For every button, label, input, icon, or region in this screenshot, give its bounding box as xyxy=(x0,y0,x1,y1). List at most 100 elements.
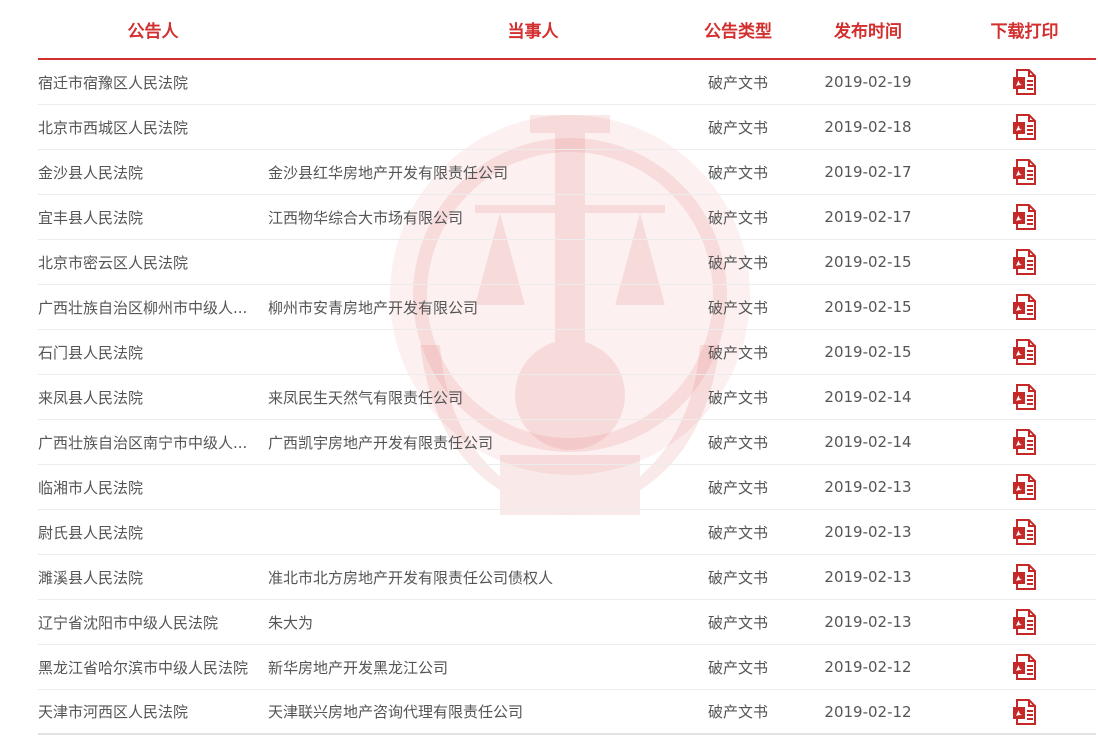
court-cell[interactable]: 广西壮族自治区柳州市中级人... xyxy=(38,297,268,318)
party-cell: 新华房地产开发黑龙江公司 xyxy=(268,658,449,677)
pdf-icon[interactable] xyxy=(1011,608,1039,636)
pdf-icon[interactable] xyxy=(1011,473,1039,501)
type-cell: 破产文书 xyxy=(707,568,768,587)
court-cell[interactable]: 石门县人民法院 xyxy=(38,342,268,363)
header-download: 下载打印 xyxy=(990,21,1059,42)
download-button[interactable] xyxy=(953,608,1096,636)
pdf-icon[interactable] xyxy=(1011,248,1039,276)
pdf-icon[interactable] xyxy=(1011,338,1039,366)
download-button[interactable] xyxy=(953,428,1096,456)
table-row: 北京市西城区人民法院 破产文书 2019-02-18 xyxy=(38,105,1096,150)
court-cell[interactable]: 宿迁市宿豫区人民法院 xyxy=(38,72,268,93)
table-row: 辽宁省沈阳市中级人民法院 朱大为 破产文书 2019-02-13 xyxy=(38,600,1096,645)
download-button[interactable] xyxy=(953,203,1096,231)
pdf-icon[interactable] xyxy=(1011,383,1039,411)
type-cell: 破产文书 xyxy=(707,118,768,137)
date-cell: 2019-02-13 xyxy=(824,568,912,586)
header-party: 当事人 xyxy=(507,21,559,42)
date-cell: 2019-02-14 xyxy=(824,433,912,451)
party-cell: 天津联兴房地产咨询代理有限责任公司 xyxy=(268,703,524,721)
pdf-icon[interactable] xyxy=(1011,653,1039,681)
date-cell: 2019-02-13 xyxy=(824,613,912,631)
download-button[interactable] xyxy=(953,338,1096,366)
party-cell: 来凤民生天然气有限责任公司 xyxy=(268,388,464,407)
date-cell: 2019-02-15 xyxy=(824,253,912,271)
table-row: 北京市密云区人民法院 破产文书 2019-02-15 xyxy=(38,240,1096,285)
header-type: 公告类型 xyxy=(704,21,772,42)
date-cell: 2019-02-19 xyxy=(824,73,912,91)
type-cell: 破产文书 xyxy=(707,163,768,182)
type-cell: 破产文书 xyxy=(707,658,768,677)
type-cell: 破产文书 xyxy=(707,343,768,362)
type-cell: 破产文书 xyxy=(707,703,768,721)
pdf-icon[interactable] xyxy=(1011,698,1039,726)
court-cell[interactable]: 黑龙江省哈尔滨市中级人民法院 xyxy=(38,657,268,678)
table-row: 黑龙江省哈尔滨市中级人民法院 新华房地产开发黑龙江公司 破产文书 2019-02-12 xyxy=(38,645,1096,690)
table-row: 宿迁市宿豫区人民法院 破产文书 2019-02-19 xyxy=(38,60,1096,105)
date-cell: 2019-02-15 xyxy=(824,343,912,361)
download-button[interactable] xyxy=(953,158,1096,186)
party-cell: 广西凯宇房地产开发有限责任公司 xyxy=(268,433,494,452)
court-cell[interactable]: 尉氏县人民法院 xyxy=(38,522,268,543)
download-button[interactable] xyxy=(953,248,1096,276)
type-cell: 破产文书 xyxy=(707,298,768,317)
pdf-icon[interactable] xyxy=(1011,428,1039,456)
download-button[interactable] xyxy=(953,68,1096,96)
pdf-icon[interactable] xyxy=(1011,563,1039,591)
party-cell: 朱大为 xyxy=(268,613,314,632)
table-row: 宜丰县人民法院 江西物华综合大市场有限公司 破产文书 2019-02-17 xyxy=(38,195,1096,240)
type-cell: 破产文书 xyxy=(707,433,768,452)
download-button[interactable] xyxy=(953,698,1096,726)
download-button[interactable] xyxy=(953,473,1096,501)
court-cell[interactable]: 广西壮族自治区南宁市中级人... xyxy=(38,432,268,453)
court-cell[interactable]: 来凤县人民法院 xyxy=(38,387,268,408)
type-cell: 破产文书 xyxy=(707,253,768,272)
pdf-icon[interactable] xyxy=(1011,518,1039,546)
pdf-icon[interactable] xyxy=(1011,293,1039,321)
table-row: 尉氏县人民法院 破产文书 2019-02-13 xyxy=(38,510,1096,555)
table-row: 天津市河西区人民法院 天津联兴房地产咨询代理有限责任公司 破产文书 2019-02-1… xyxy=(38,690,1096,735)
type-cell: 破产文书 xyxy=(707,523,768,542)
pdf-icon[interactable] xyxy=(1011,113,1039,141)
court-cell[interactable]: 辽宁省沈阳市中级人民法院 xyxy=(38,612,268,633)
party-cell: 江西物华综合大市场有限公司 xyxy=(268,208,464,227)
court-cell[interactable]: 天津市河西区人民法院 xyxy=(38,701,268,722)
announcement-page: 公告人 当事人 公告类型 发布时间 下载打印 宿迁市宿豫区人民法院 破产文书 201… xyxy=(0,0,1098,739)
party-cell: 准北市北方房地产开发有限责任公司债权人 xyxy=(268,568,554,587)
court-cell[interactable]: 宜丰县人民法院 xyxy=(38,207,268,228)
court-cell[interactable]: 濉溪县人民法院 xyxy=(38,567,268,588)
date-cell: 2019-02-17 xyxy=(824,208,912,226)
table-row: 广西壮族自治区南宁市中级人... 广西凯宇房地产开发有限责任公司 破产文书 2019-… xyxy=(38,420,1096,465)
party-cell: 柳州市安青房地产开发有限公司 xyxy=(268,298,479,317)
table-header: 公告人 当事人 公告类型 发布时间 下载打印 xyxy=(38,0,1096,60)
pdf-icon[interactable] xyxy=(1011,68,1039,96)
announcement-table: 公告人 当事人 公告类型 发布时间 下载打印 宿迁市宿豫区人民法院 破产文书 201… xyxy=(38,0,1096,735)
type-cell: 破产文书 xyxy=(707,208,768,227)
date-cell: 2019-02-12 xyxy=(824,702,912,721)
date-cell: 2019-02-13 xyxy=(824,478,912,496)
type-cell: 破产文书 xyxy=(707,613,768,632)
date-cell: 2019-02-13 xyxy=(824,523,912,541)
date-cell: 2019-02-17 xyxy=(824,163,912,181)
table-body: 宿迁市宿豫区人民法院 破产文书 2019-02-19 北京市西城区人民法院 破产文书 20… xyxy=(38,60,1096,735)
download-button[interactable] xyxy=(953,383,1096,411)
header-court: 公告人 xyxy=(127,21,179,42)
table-row: 临湘市人民法院 破产文书 2019-02-13 xyxy=(38,465,1096,510)
table-row: 广西壮族自治区柳州市中级人... 柳州市安青房地产开发有限公司 破产文书 2019-0… xyxy=(38,285,1096,330)
pdf-icon[interactable] xyxy=(1011,158,1039,186)
download-button[interactable] xyxy=(953,518,1096,546)
download-button[interactable] xyxy=(953,653,1096,681)
type-cell: 破产文书 xyxy=(707,478,768,497)
download-button[interactable] xyxy=(953,113,1096,141)
court-cell[interactable]: 北京市密云区人民法院 xyxy=(38,252,268,273)
date-cell: 2019-02-15 xyxy=(824,298,912,316)
table-row: 濉溪县人民法院 准北市北方房地产开发有限责任公司债权人 破产文书 2019-02-13 xyxy=(38,555,1096,600)
table-row: 石门县人民法院 破产文书 2019-02-15 xyxy=(38,330,1096,375)
pdf-icon[interactable] xyxy=(1011,203,1039,231)
court-cell[interactable]: 临湘市人民法院 xyxy=(38,477,268,498)
court-cell[interactable]: 金沙县人民法院 xyxy=(38,162,268,183)
download-button[interactable] xyxy=(953,293,1096,321)
download-button[interactable] xyxy=(953,563,1096,591)
date-cell: 2019-02-18 xyxy=(824,118,912,136)
court-cell[interactable]: 北京市西城区人民法院 xyxy=(38,117,268,138)
